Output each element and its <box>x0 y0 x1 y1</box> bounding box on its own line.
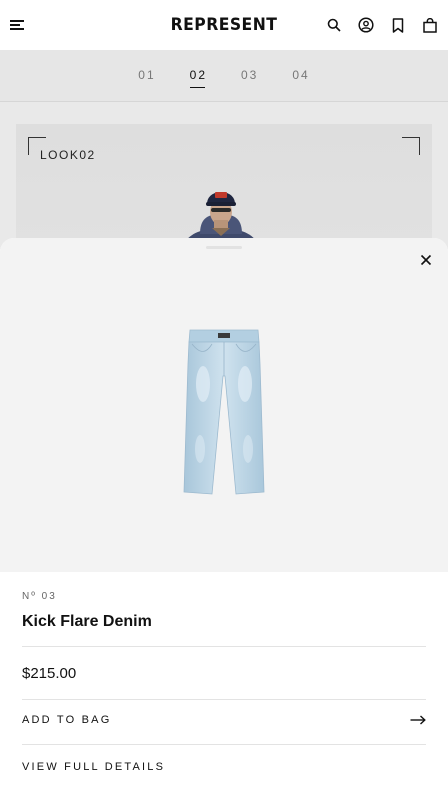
product-image-area <box>0 238 448 572</box>
look-label: LOOK02 <box>40 148 96 162</box>
sheet-grabber[interactable] <box>206 246 242 249</box>
frame-corner-top-right <box>402 137 420 155</box>
view-full-details-button[interactable]: VIEW FULL DETAILS <box>22 761 426 773</box>
product-image-jeans[interactable] <box>178 324 270 504</box>
product-price: $215.00 <box>22 665 77 682</box>
account-icon[interactable] <box>356 15 376 35</box>
search-icon[interactable] <box>324 15 344 35</box>
brand-logo-text: REPRESENT <box>170 15 278 35</box>
divider <box>22 646 426 647</box>
top-header: REPRESENT <box>0 0 448 50</box>
menu-icon[interactable] <box>10 20 24 30</box>
product-sheet: Nº 03 Kick Flare Denim $215.00 ADD TO BA… <box>0 238 448 798</box>
add-to-bag-button[interactable]: ADD TO BAG <box>22 714 426 726</box>
header-icons <box>324 15 440 35</box>
tab-look-01[interactable]: 01 <box>138 68 155 84</box>
tab-look-04[interactable]: 04 <box>292 68 309 84</box>
divider <box>22 744 426 745</box>
product-name: Kick Flare Denim <box>22 613 152 630</box>
bag-icon[interactable] <box>420 15 440 35</box>
tab-look-03[interactable]: 03 <box>241 68 258 84</box>
divider <box>22 699 426 700</box>
look-tabs: 01 02 03 04 <box>0 50 448 102</box>
close-icon[interactable] <box>418 252 434 268</box>
add-to-bag-label: ADD TO BAG <box>22 714 112 726</box>
bookmark-icon[interactable] <box>388 15 408 35</box>
product-number: Nº 03 <box>22 591 57 602</box>
brand-logo[interactable]: REPRESENT <box>166 15 282 35</box>
view-full-details-label: VIEW FULL DETAILS <box>22 761 166 773</box>
tab-look-02[interactable]: 02 <box>189 68 207 88</box>
arrow-right-icon <box>410 715 426 725</box>
